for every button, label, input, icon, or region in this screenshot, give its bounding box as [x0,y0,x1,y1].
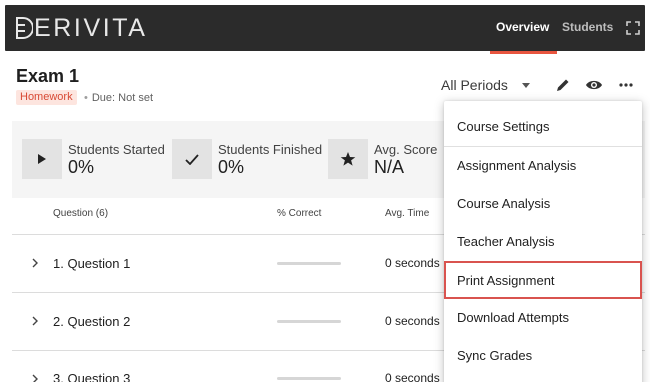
tab-students[interactable]: Students [562,20,613,34]
avg-time-value: 0 seconds [385,256,440,270]
chevron-right-icon[interactable] [30,258,40,268]
star-icon [328,139,368,179]
avg-score-value: N/A [374,157,405,177]
students-started-value: 0% [68,157,95,177]
column-header-percent-correct[interactable]: % Correct [277,208,321,219]
percent-correct-bar [277,262,341,265]
period-select-value: All Periods [441,77,508,93]
preview-icon[interactable] [585,76,603,94]
menu-item-assignment-analysis[interactable]: Assignment Analysis [444,147,642,183]
check-icon [172,139,212,179]
students-finished-label: Students Finished [218,142,323,157]
page-title: Exam 1 [16,66,80,86]
due-date: • Due: Not set [84,92,153,104]
chevron-right-icon[interactable] [30,374,40,382]
question-label: 3. Question 3 [53,371,131,382]
students-finished-value: 0% [218,157,245,177]
menu-item-course-analysis[interactable]: Course Analysis [444,185,642,221]
logo-mark-icon [16,17,33,39]
percent-correct-bar [277,377,341,380]
assignment-type-badge: Homework [16,90,77,105]
more-options-menu: Course Settings Assignment Analysis Cour… [444,101,642,382]
question-label: 2. Question 2 [53,314,131,329]
column-header-avg-time[interactable]: Avg. Time [385,208,429,219]
brand-logo[interactable]: ERIVITA [15,14,148,42]
tab-overview[interactable]: Overview [489,20,558,54]
avg-score-label: Avg. Score [374,142,438,157]
menu-item-course-settings[interactable]: Course Settings [444,108,642,144]
more-vert-icon[interactable] [617,76,635,94]
edit-icon[interactable] [554,76,572,94]
column-header-question[interactable]: Question (6) [53,208,108,219]
percent-correct-bar [277,320,341,323]
brand-text: ERIVITA [34,13,148,42]
play-icon [22,139,62,179]
avg-time-value: 0 seconds [385,371,440,382]
chevron-right-icon[interactable] [30,316,40,326]
avg-time-value: 0 seconds [385,314,440,328]
menu-item-print-assignment[interactable]: Print Assignment [444,261,642,299]
fullscreen-icon[interactable] [626,21,640,35]
bullet-dot: • [84,92,88,104]
menu-item-sync-grades[interactable]: Sync Grades [444,337,642,373]
question-label: 1. Question 1 [53,256,131,271]
menu-item-download-attempts[interactable]: Download Attempts [444,299,642,335]
chevron-down-icon [521,82,530,88]
menu-item-teacher-analysis[interactable]: Teacher Analysis [444,223,642,259]
period-select[interactable]: All Periods [441,77,530,93]
students-started-label: Students Started [68,142,165,157]
top-nav-bar: ERIVITA Overview Students [5,5,645,54]
due-text: Due: Not set [91,92,153,104]
